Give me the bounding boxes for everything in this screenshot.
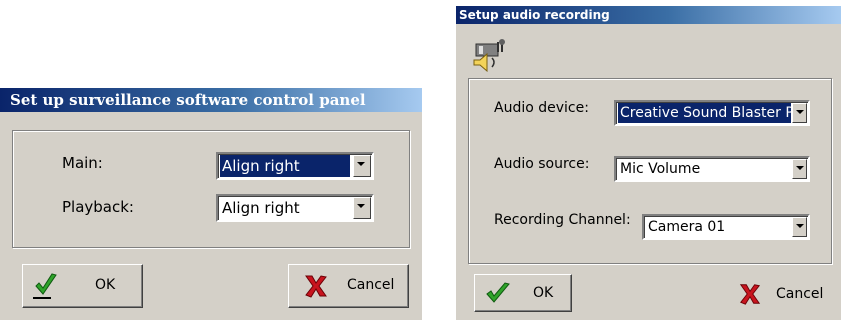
cancel-button[interactable]: Cancel: [738, 278, 836, 310]
audio-source-value: Mic Volume: [620, 161, 701, 177]
microphone-speaker-icon: [473, 39, 505, 72]
chevron-down-icon[interactable]: [792, 217, 807, 237]
audio-device-label: Audio device:: [494, 100, 589, 116]
chevron-down-icon[interactable]: [792, 103, 807, 123]
recording-channel-select[interactable]: Camera 01: [642, 214, 810, 240]
ok-button[interactable]: OK: [22, 264, 143, 308]
dialog-title: Setup audio recording: [459, 8, 610, 22]
ok-button[interactable]: OK: [474, 274, 572, 312]
recording-channel-value: Camera 01: [648, 219, 726, 235]
ok-underline: [33, 297, 51, 299]
playback-label: Playback:: [62, 198, 134, 216]
cancel-label: Cancel: [776, 286, 824, 302]
surveillance-control-panel-dialog: Set up surveillance software control pan…: [0, 88, 422, 320]
main-label: Main:: [62, 154, 103, 172]
chevron-down-icon[interactable]: [353, 155, 371, 177]
main-align-value: Align right: [220, 155, 350, 177]
audio-source-select[interactable]: Mic Volume: [614, 156, 810, 182]
dialog-title-bar: Set up surveillance software control pan…: [0, 88, 422, 112]
chevron-down-icon[interactable]: [353, 197, 371, 219]
main-align-select[interactable]: Align right: [216, 152, 374, 180]
dialog-title: Set up surveillance software control pan…: [10, 91, 366, 109]
check-icon: [486, 282, 510, 303]
dialog-title-bar: Setup audio recording: [456, 6, 841, 24]
chevron-down-icon[interactable]: [792, 159, 807, 179]
cancel-button[interactable]: Cancel: [288, 264, 409, 308]
audio-source-label: Audio source:: [494, 156, 590, 172]
layout-options-group: [12, 130, 410, 248]
check-icon: [35, 273, 57, 295]
audio-device-value: Creative Sound Blaster PCI: [618, 103, 791, 123]
cancel-label: Cancel: [347, 277, 395, 293]
audio-device-select[interactable]: Creative Sound Blaster PCI: [614, 100, 810, 126]
cross-icon: [305, 275, 327, 298]
cross-icon: [739, 284, 761, 305]
recording-channel-label: Recording Channel:: [494, 212, 631, 228]
playback-align-value: Align right: [222, 199, 300, 217]
setup-audio-recording-dialog: Setup audio recording Audio device: Crea…: [456, 6, 841, 320]
ok-label: OK: [95, 277, 116, 293]
playback-align-select[interactable]: Align right: [216, 194, 374, 222]
ok-label: OK: [533, 285, 554, 301]
